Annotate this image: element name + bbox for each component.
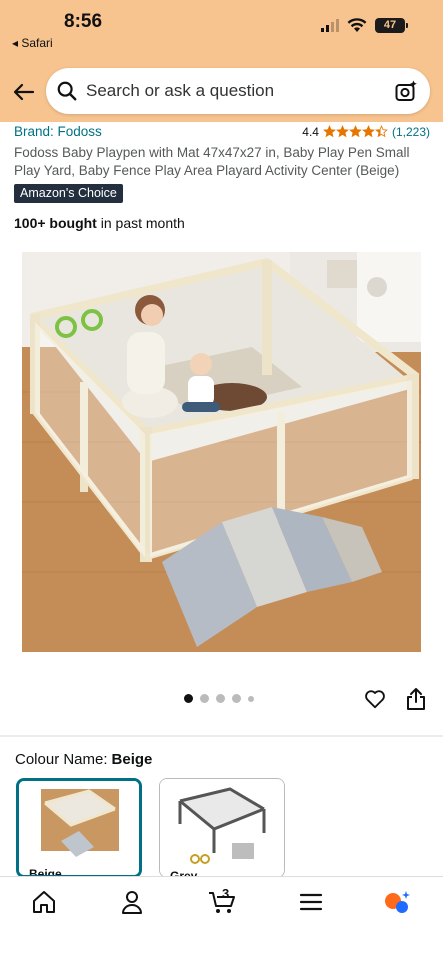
wifi-icon — [347, 18, 367, 32]
colour-value: Beige — [111, 751, 153, 768]
rating-value: 4.4 — [302, 124, 319, 139]
rating-count[interactable]: (1,223) — [392, 125, 430, 139]
swatch-grey[interactable]: Grey — [159, 778, 285, 878]
share-icon[interactable] — [406, 687, 426, 711]
star-icon — [375, 125, 388, 138]
gallery-dot[interactable] — [200, 694, 209, 703]
search-bar[interactable]: Search or ask a question — [46, 68, 430, 114]
battery-indicator: 47 — [375, 18, 408, 33]
bought-count: 100+ bought in past month — [14, 215, 185, 231]
product-image[interactable] — [22, 252, 421, 652]
search-icon — [57, 81, 77, 101]
section-divider — [0, 735, 443, 737]
gallery-dot[interactable] — [248, 695, 254, 702]
gallery-dot[interactable] — [232, 694, 241, 703]
cart-count: 3 — [222, 886, 230, 901]
search-input[interactable]: Search or ask a question — [86, 81, 394, 101]
colour-label: Colour Name: — [15, 751, 108, 768]
brand-rating-row: Brand: Fodoss 4.4 (1,223) — [14, 124, 430, 139]
signal-icon — [321, 19, 339, 32]
status-icons: 47 — [321, 18, 408, 33]
colour-name-row: Colour Name: Beige — [15, 751, 152, 768]
gallery-dot[interactable] — [184, 694, 193, 703]
back-to-safari-link[interactable]: ◂ Safari — [12, 36, 53, 50]
product-title: Fodoss Baby Playpen with Mat 47x47x27 in… — [14, 145, 410, 178]
star-icon — [336, 125, 349, 138]
home-icon[interactable] — [31, 889, 57, 915]
rufus-icon[interactable] — [383, 889, 411, 915]
camera-search-icon[interactable] — [394, 79, 418, 103]
gallery-dots[interactable] — [184, 694, 254, 703]
amazons-choice-badge[interactable]: Amazon's Choice — [14, 184, 123, 203]
star-icon — [323, 125, 336, 138]
gallery-dot[interactable] — [216, 694, 225, 703]
star-icon — [362, 125, 375, 138]
status-time: 8:56 — [64, 11, 103, 32]
bought-count-bold: 100+ bought — [14, 215, 97, 231]
star-icon — [349, 125, 362, 138]
star-rating — [323, 125, 388, 138]
header-bar: 8:56 ◂ Safari 47 Search or ask a questio… — [0, 0, 443, 122]
brand-link[interactable]: Brand: Fodoss — [14, 124, 102, 139]
bought-count-rest: in past month — [96, 215, 185, 231]
heart-icon[interactable] — [364, 688, 386, 710]
rating-summary[interactable]: 4.4 (1,223) — [302, 125, 430, 139]
menu-icon[interactable] — [298, 889, 324, 915]
back-arrow-icon[interactable] — [12, 80, 36, 104]
swatch-beige[interactable]: Beige — [16, 778, 142, 878]
account-icon[interactable] — [119, 889, 145, 915]
